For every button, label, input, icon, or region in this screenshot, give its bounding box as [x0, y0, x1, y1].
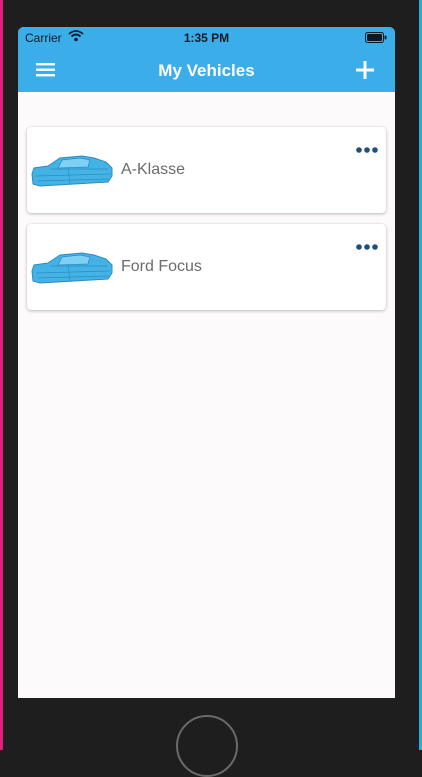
vehicle-name: Ford Focus [121, 258, 202, 275]
car-icon [30, 251, 114, 289]
battery-icon [365, 32, 387, 46]
app-screen: Carrier 1:35 PM My Vehicles A-Klasse For… [18, 27, 395, 698]
vehicle-card[interactable]: A-Klasse [27, 127, 386, 213]
navigation-bar: My Vehicles [18, 49, 395, 92]
vehicle-name: A-Klasse [121, 161, 186, 178]
car-icon [30, 154, 114, 192]
device-edge-left [0, 0, 3, 750]
plus-icon [356, 61, 374, 79]
status-time: 1:35 PM [183, 31, 230, 45]
status-bar: Carrier 1:35 PM [18, 27, 395, 49]
more-options-icon[interactable] [356, 238, 378, 250]
page-title: My Vehicles [158, 61, 255, 80]
vehicle-card[interactable]: Ford Focus [27, 224, 386, 310]
more-options-icon[interactable] [356, 141, 378, 153]
hamburger-menu-icon[interactable] [36, 62, 56, 78]
add-vehicle-button[interactable] [355, 60, 375, 80]
home-button[interactable] [176, 715, 238, 777]
